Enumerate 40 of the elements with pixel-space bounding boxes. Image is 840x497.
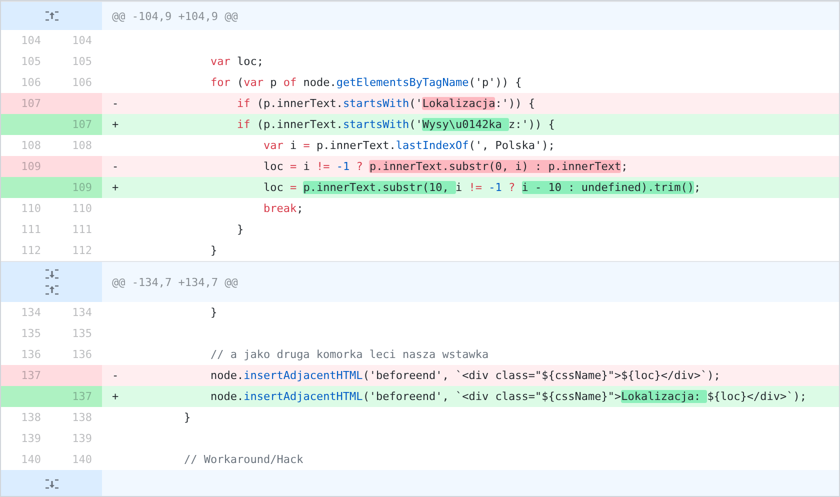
hunk-header: @@ -134,7 +134,7 @@	[111, 276, 238, 288]
diff-sign: +	[112, 181, 119, 194]
code-line: // Workaround/Hack	[182, 452, 304, 468]
code-line: var loc;	[209, 54, 264, 70]
gutter-cell	[51, 365, 102, 386]
code-line: for (var p of node.getElementsByTagName('p')) {	[209, 74, 522, 90]
gutter-cell	[1, 386, 51, 407]
line-number: 137	[51, 386, 102, 407]
expand-up-icon[interactable]	[44, 10, 58, 22]
hunk-header: @@ -104,9 +104,9 @@	[111, 10, 238, 22]
gutter-cell	[1, 114, 51, 135]
code-line: var i = p.innerText.lastIndexOf(', Polska');	[262, 138, 555, 154]
expand-up-icon[interactable]	[44, 284, 58, 296]
line-number: 107	[1, 93, 51, 114]
code-line: node.insertAdjacentHTML('beforeend', `<div class="${cssName}">Lokalizacja: ${loc}</div>`);	[209, 388, 807, 404]
code-line: }	[209, 242, 218, 258]
line-number: 109	[51, 177, 102, 198]
code-line: node.insertAdjacentHTML('beforeend', `<div class="${cssName}">${loc}</div>`);	[209, 368, 720, 384]
code-line: break;	[262, 200, 304, 216]
code-line: }	[236, 222, 244, 238]
gutter-cell	[1, 177, 51, 198]
diff-sign: -	[112, 97, 119, 110]
line-number: 109	[1, 156, 51, 177]
code-line: if (p.innerText.startsWith('Lokalizacja:')) {	[236, 96, 536, 112]
code-line: // a jako druga komorka leci nasza wstawka	[209, 346, 489, 362]
expand-down-icon[interactable]	[44, 478, 58, 490]
line-number: 107	[51, 114, 102, 135]
gutter-cell	[51, 156, 102, 177]
code-line: loc = p.innerText.substr(10, i != -1 ? i - 10 : undefined).trim();	[262, 180, 701, 196]
code-line: loc = i != -1 ? p.innerText.substr(0, i) : p.innerText;	[262, 158, 628, 174]
diff-sign: +	[112, 118, 119, 131]
diff-sign: -	[112, 369, 119, 382]
code-line: if (p.innerText.startsWith('Wysy\u0142ka z:')) {	[236, 116, 555, 132]
diff-sign: -	[112, 160, 119, 173]
code-line: }	[209, 304, 218, 320]
gutter-cell	[51, 93, 102, 114]
line-number: 137	[1, 365, 51, 386]
expand-down-icon[interactable]	[44, 268, 58, 280]
diff-sign: +	[112, 390, 119, 403]
code-line: }	[182, 410, 191, 426]
